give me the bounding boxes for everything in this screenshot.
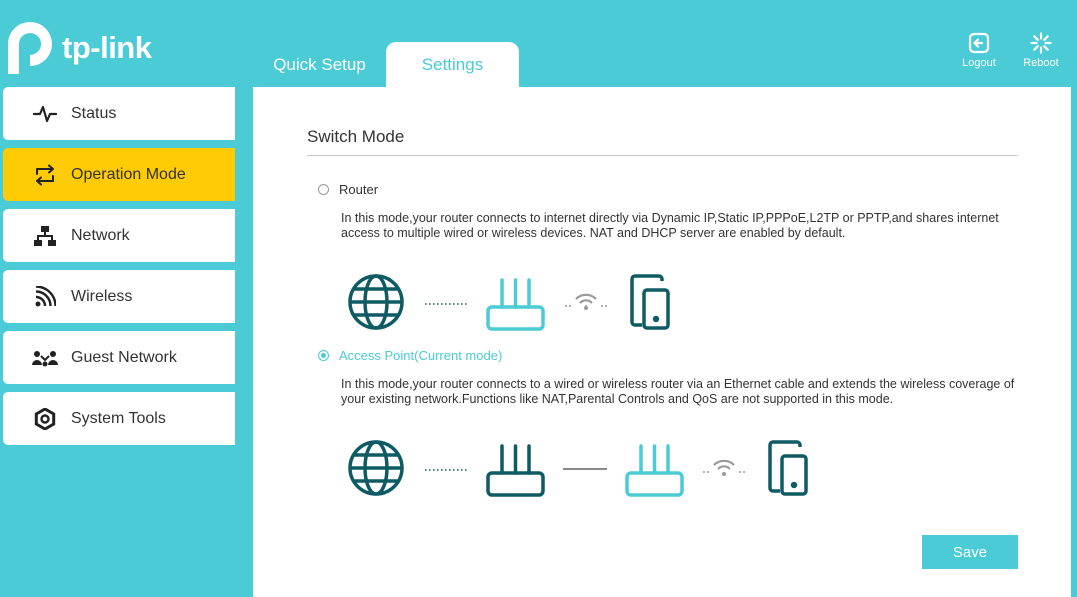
- title-divider: [307, 155, 1018, 156]
- tp-link-logo-icon: [8, 22, 52, 74]
- tab-quick-setup[interactable]: Quick Setup: [253, 42, 386, 87]
- guest-icon: [32, 346, 58, 370]
- access-point-mode-description: In this mode,your router connects to a w…: [341, 377, 1015, 406]
- logout-icon: [968, 32, 990, 54]
- sidebar-item-operation-mode[interactable]: Operation Mode: [3, 148, 235, 201]
- mode-option-access-point[interactable]: Access Point(Current mode): [318, 348, 502, 363]
- sidebar-item-label: Status: [71, 104, 117, 122]
- gear-icon: [32, 407, 58, 431]
- main-content: Switch Mode Router In this mode,your rou…: [253, 87, 1071, 597]
- reboot-button[interactable]: Reboot: [1010, 32, 1072, 69]
- reboot-label: Reboot: [1023, 57, 1059, 69]
- wifi-icon: [703, 459, 745, 476]
- globe-icon: [348, 274, 404, 330]
- router-icon: [486, 444, 545, 497]
- mode-option-router[interactable]: Router: [318, 182, 378, 197]
- sidebar-item-label: Network: [71, 226, 130, 244]
- access-point-mode-radio[interactable]: [318, 350, 329, 361]
- router-icon: [625, 444, 684, 497]
- wireless-icon: [32, 285, 58, 309]
- sidebar-item-label: System Tools: [71, 409, 166, 427]
- router-icon: [486, 278, 545, 331]
- mobile-device-icon: [768, 440, 808, 496]
- switch-arrows-icon: [32, 163, 58, 187]
- sidebar-item-wireless[interactable]: Wireless: [3, 270, 235, 323]
- sidebar-item-status[interactable]: Status: [3, 87, 235, 140]
- sidebar-item-network[interactable]: Network: [3, 209, 235, 262]
- router-mode-diagram: [341, 270, 701, 339]
- access-point-mode-label: Access Point(Current mode): [339, 348, 503, 363]
- network-icon: [32, 224, 58, 248]
- save-button[interactable]: Save: [922, 535, 1018, 569]
- sidebar-item-label: Guest Network: [71, 348, 177, 366]
- mobile-device-icon: [630, 274, 670, 330]
- sidebar-item-label: Wireless: [71, 287, 133, 305]
- globe-icon: [348, 440, 404, 496]
- router-mode-description: In this mode,your router connects to int…: [341, 211, 999, 240]
- wifi-icon: [565, 293, 607, 310]
- top-tabs: Quick Setup Settings: [253, 42, 519, 87]
- sidebar-item-label: Operation Mode: [71, 165, 186, 183]
- router-mode-radio[interactable]: [318, 184, 329, 195]
- brand-name: tp-link: [62, 30, 152, 65]
- tp-link-logo: tp-link: [2, 20, 152, 76]
- logout-button[interactable]: Logout: [948, 32, 1010, 69]
- router-mode-label: Router: [339, 182, 379, 197]
- logout-label: Logout: [962, 57, 996, 69]
- sidebar-item-system-tools[interactable]: System Tools: [3, 392, 235, 445]
- sidebar: Status Operation Mode Network Wireless G…: [3, 87, 235, 453]
- access-point-mode-diagram: [341, 436, 841, 505]
- top-actions: Logout Reboot: [948, 32, 1072, 69]
- sidebar-item-guest-network[interactable]: Guest Network: [3, 331, 235, 384]
- page-title: Switch Mode: [307, 127, 405, 146]
- reboot-icon: [1030, 32, 1052, 54]
- tab-settings[interactable]: Settings: [386, 42, 519, 87]
- pulse-icon: [32, 102, 58, 126]
